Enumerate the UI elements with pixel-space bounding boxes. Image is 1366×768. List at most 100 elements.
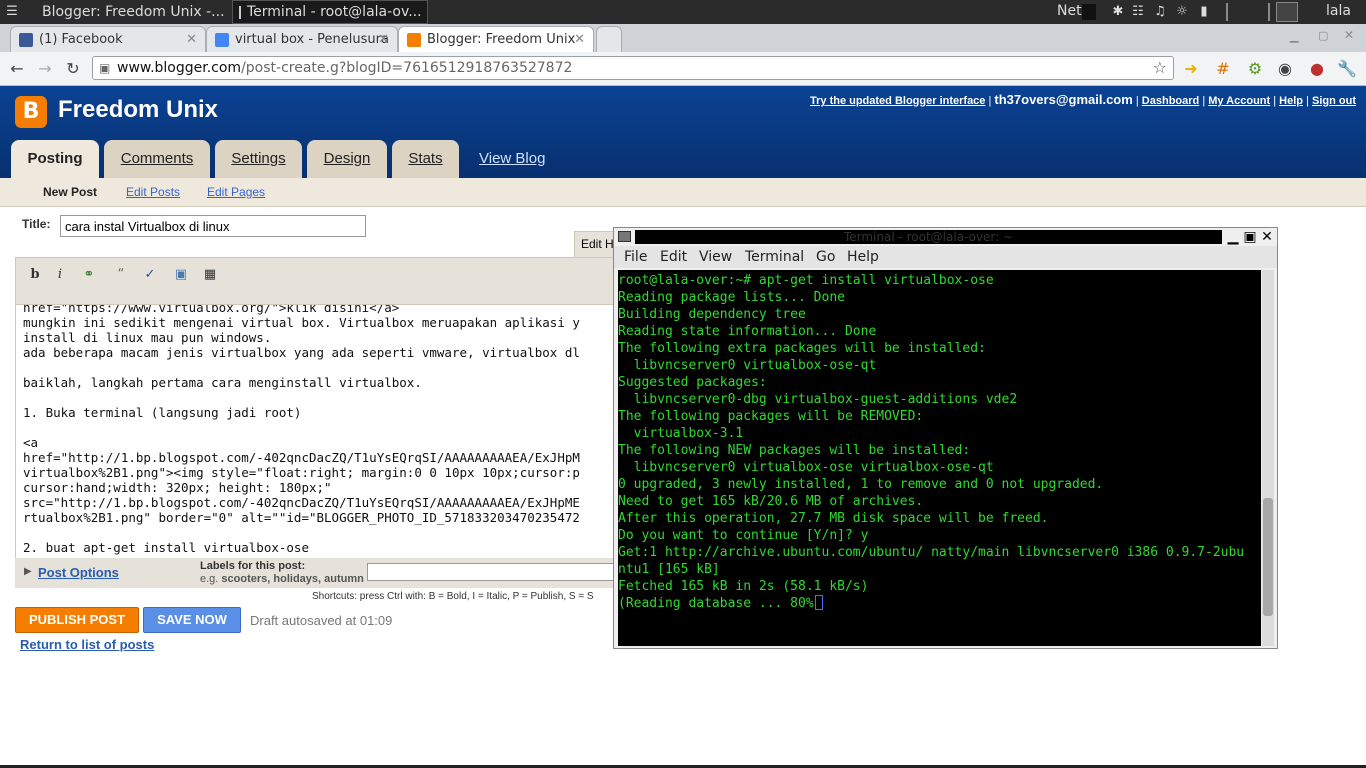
terminal-line: (Reading database ... 80% <box>618 596 814 611</box>
close-icon[interactable]: ✕ <box>378 32 389 47</box>
battery-icon[interactable]: ▮ <box>1196 4 1212 20</box>
url-host: www.blogger.com <box>117 60 242 76</box>
browser-tab-bar: (1) Facebook ✕ virtual box - Penelusura … <box>0 24 1366 52</box>
close-window-icon[interactable]: ✕ <box>1344 28 1354 42</box>
menu-terminal[interactable]: Terminal <box>745 249 804 265</box>
dashboard-link[interactable]: Dashboard <box>1142 95 1199 107</box>
spellcheck-icon[interactable]: ✓ <box>140 266 160 284</box>
return-to-posts-link[interactable]: Return to list of posts <box>20 637 154 652</box>
bold-icon[interactable]: b <box>25 266 45 284</box>
terminal-window-icon[interactable] <box>618 231 631 242</box>
post-title-input[interactable] <box>60 215 366 237</box>
terminal-line: Need to get 165 kB/20.6 MB of archives. <box>618 494 924 509</box>
editor-line: ada beberapa macam jenis virtualbox yang… <box>23 345 580 360</box>
try-updated-link[interactable]: Try the updated Blogger interface <box>810 95 985 107</box>
italic-icon[interactable]: i <box>50 266 70 284</box>
image-icon[interactable]: ▣ <box>171 266 191 284</box>
view-blog-link[interactable]: View Blog <box>479 150 545 167</box>
wifi-icon[interactable]: ☷ <box>1130 4 1146 20</box>
bluetooth-icon[interactable]: ✱ <box>1110 4 1126 20</box>
terminal-line: Fetched 165 kB in 2s (58.1 kB/s) <box>618 579 869 594</box>
subnav-edit-posts[interactable]: Edit Posts <box>126 185 180 199</box>
menu-help[interactable]: Help <box>847 249 879 265</box>
terminal-line: libvncserver0 virtualbox-ose virtualbox-… <box>618 460 994 475</box>
terminal-line: The following packages will be REMOVED: <box>618 409 924 424</box>
wrench-icon[interactable]: 🔧 <box>1336 58 1358 80</box>
workspace-switcher[interactable] <box>1276 2 1298 22</box>
menu-icon[interactable]: ☰ <box>4 4 20 20</box>
publish-post-button[interactable]: PUBLISH POST <box>15 607 139 633</box>
tab-settings[interactable]: Settings <box>215 140 302 178</box>
menu-file[interactable]: File <box>624 249 647 265</box>
close-icon[interactable]: ✕ <box>186 32 197 47</box>
post-options-link[interactable]: Post Options <box>38 565 119 580</box>
menu-edit[interactable]: Edit <box>660 249 687 265</box>
taskbar-item-terminal[interactable]: Terminal - root@lala-ov... <box>232 0 428 24</box>
extension-hash-icon[interactable]: # <box>1212 58 1234 80</box>
sign-out-link[interactable]: Sign out <box>1312 95 1356 107</box>
extension-gear-icon[interactable]: ⚙ <box>1244 58 1266 80</box>
terminal-title: Terminal - root@lala-over: ~ <box>635 230 1222 244</box>
subnav-new-post[interactable]: New Post <box>43 185 97 199</box>
link-icon[interactable]: ⚭ <box>79 266 99 284</box>
extension-hat-icon[interactable]: ◉ <box>1274 58 1296 80</box>
expand-triangle-icon[interactable]: ▶ <box>24 566 32 577</box>
browser-tab-facebook[interactable]: (1) Facebook ✕ <box>10 26 206 52</box>
terminal-line: root@lala-over:~# apt-get install virtua… <box>618 273 994 288</box>
volume-icon[interactable]: ♫ <box>1152 4 1168 20</box>
tab-label: Blogger: Freedom Unix <box>427 32 576 47</box>
tab-comments[interactable]: Comments <box>104 140 210 178</box>
close-icon[interactable]: ✕ <box>1259 229 1275 245</box>
browser-tab-blogger[interactable]: Blogger: Freedom Unix ✕ <box>398 26 594 52</box>
forward-icon[interactable]: → <box>34 58 56 80</box>
taskbar-item-label: Blogger: Freedom Unix -... <box>42 4 225 20</box>
extension-arrow-icon[interactable]: ➜ <box>1180 58 1202 80</box>
terminal-output[interactable]: root@lala-over:~# apt-get install virtua… <box>618 270 1261 646</box>
shortcuts-hint: Shortcuts: press Ctrl with: B = Bold, I … <box>312 591 594 602</box>
blockquote-icon[interactable]: “ <box>111 266 131 284</box>
back-icon[interactable]: ← <box>6 58 28 80</box>
terminal-scrollbar[interactable] <box>1262 270 1274 646</box>
save-now-button[interactable]: SAVE NOW <box>143 607 241 633</box>
video-icon[interactable]: ▦ <box>200 266 220 284</box>
tab-label: (1) Facebook <box>39 32 123 47</box>
new-tab-button[interactable] <box>596 26 622 52</box>
clock-widget <box>1226 3 1270 21</box>
tab-label: virtual box - Penelusura <box>235 32 389 47</box>
terminal-line: Reading package lists... Done <box>618 290 845 305</box>
menu-view[interactable]: View <box>699 249 732 265</box>
user-name[interactable]: lala <box>1326 3 1351 19</box>
blog-title: Freedom Unix <box>58 96 219 123</box>
bookmark-star-icon[interactable]: ☆ <box>1153 57 1167 79</box>
taskbar-item-blogger[interactable]: Blogger: Freedom Unix -... <box>30 0 230 24</box>
close-icon[interactable]: ✕ <box>574 32 585 47</box>
browser-tab-google[interactable]: virtual box - Penelusura ✕ <box>206 26 398 52</box>
terminal-scroll-thumb[interactable] <box>1263 498 1273 616</box>
editor-line: 2. buat apt-get install virtualbox-ose <box>23 540 309 555</box>
post-body-editor[interactable]: href="https://www.virtualbox.org/">klik … <box>15 305 626 558</box>
terminal-line: virtualbox-3.1 <box>618 426 744 441</box>
editor-line: href="http://1.bp.blogspot.com/-402qncDa… <box>23 450 580 465</box>
tab-stats[interactable]: Stats <box>392 140 459 178</box>
brightness-icon[interactable]: ☼ <box>1174 4 1190 20</box>
help-link[interactable]: Help <box>1279 95 1303 107</box>
minimize-icon[interactable]: ▁ <box>1225 229 1241 245</box>
my-account-link[interactable]: My Account <box>1208 95 1270 107</box>
minimize-icon[interactable]: ▁ <box>1290 30 1298 43</box>
menu-go[interactable]: Go <box>816 249 835 265</box>
subnav-edit-pages[interactable]: Edit Pages <box>207 185 265 199</box>
labels-input[interactable] <box>367 563 625 581</box>
title-label: Title: <box>22 217 51 231</box>
browser-toolbar: ← → ↻ ▣ www.blogger.com/post-create.g?bl… <box>0 52 1366 86</box>
extension-users-icon[interactable]: ● <box>1306 58 1328 80</box>
tab-design[interactable]: Design <box>307 140 387 178</box>
terminal-line: libvncserver0 virtualbox-ose-qt <box>618 358 877 373</box>
posting-subnav: New Post Edit Posts Edit Pages <box>0 178 1366 207</box>
tab-posting[interactable]: Posting <box>11 140 99 178</box>
system-panel: ☰ Blogger: Freedom Unix -... Terminal - … <box>0 0 1366 24</box>
maximize-icon[interactable]: ▣ <box>1242 229 1258 245</box>
address-bar[interactable]: ▣ www.blogger.com/post-create.g?blogID=7… <box>92 56 1174 80</box>
reload-icon[interactable]: ↻ <box>62 58 84 80</box>
editor-line: src="http://1.bp.blogspot.com/-402qncDac… <box>23 495 580 510</box>
maximize-icon[interactable]: ▢ <box>1318 29 1328 42</box>
